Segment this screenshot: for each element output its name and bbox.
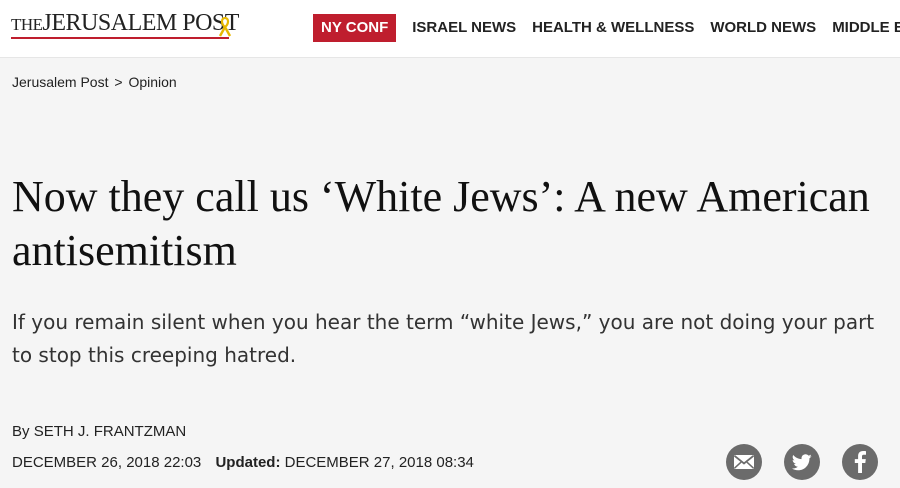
nav-item-world-news[interactable]: WORLD NEWS bbox=[702, 14, 824, 42]
article-headline: Now they call us ‘White Jews’: A new Ame… bbox=[12, 172, 870, 275]
article-subheadline: If you remain silent when you hear the t… bbox=[12, 310, 875, 367]
nav-item-israel-news[interactable]: ISRAEL NEWS bbox=[404, 14, 524, 42]
article-dates: DECEMBER 26, 2018 22:03 Updated: DECEMBE… bbox=[12, 454, 474, 471]
published-date: DECEMBER 26, 2018 22:03 bbox=[12, 454, 202, 471]
facebook-icon bbox=[854, 451, 866, 473]
breadcrumb: Jerusalem Post > Opinion bbox=[12, 74, 177, 90]
breadcrumb-home-link[interactable]: Jerusalem Post bbox=[12, 74, 108, 90]
share-buttons bbox=[726, 444, 900, 480]
breadcrumb-separator: > bbox=[114, 74, 123, 90]
share-email-button[interactable] bbox=[726, 444, 762, 480]
email-icon bbox=[733, 455, 755, 469]
byline-prefix: By bbox=[12, 423, 30, 440]
logo-underline bbox=[11, 37, 229, 39]
logo-name: JERUSALEM POST bbox=[42, 10, 240, 36]
breadcrumb-section-link[interactable]: Opinion bbox=[128, 74, 176, 90]
article-byline: By SETH J. FRANTZMAN bbox=[12, 423, 186, 440]
share-facebook-button[interactable] bbox=[842, 444, 878, 480]
yellow-ribbon-icon bbox=[218, 16, 232, 37]
logo-the: THE bbox=[11, 15, 43, 34]
main-nav: NY CONF ISRAEL NEWS HEALTH & WELLNESS WO… bbox=[313, 14, 900, 42]
updated-label: Updated: bbox=[215, 454, 281, 471]
author-link[interactable]: SETH J. FRANTZMAN bbox=[34, 423, 187, 440]
top-navigation-bar: THEJERUSALEM POST NY CONF ISRAEL NEWS HE… bbox=[0, 0, 900, 58]
nav-item-ny-conf[interactable]: NY CONF bbox=[313, 14, 397, 42]
nav-item-health-wellness[interactable]: HEALTH & WELLNESS bbox=[524, 14, 702, 42]
site-logo[interactable]: THEJERUSALEM POST bbox=[11, 11, 239, 37]
nav-item-middle-east[interactable]: MIDDLE EAST bbox=[824, 14, 900, 42]
updated-date: DECEMBER 27, 2018 08:34 bbox=[284, 454, 474, 471]
share-twitter-button[interactable] bbox=[784, 444, 820, 480]
twitter-icon bbox=[792, 453, 812, 470]
